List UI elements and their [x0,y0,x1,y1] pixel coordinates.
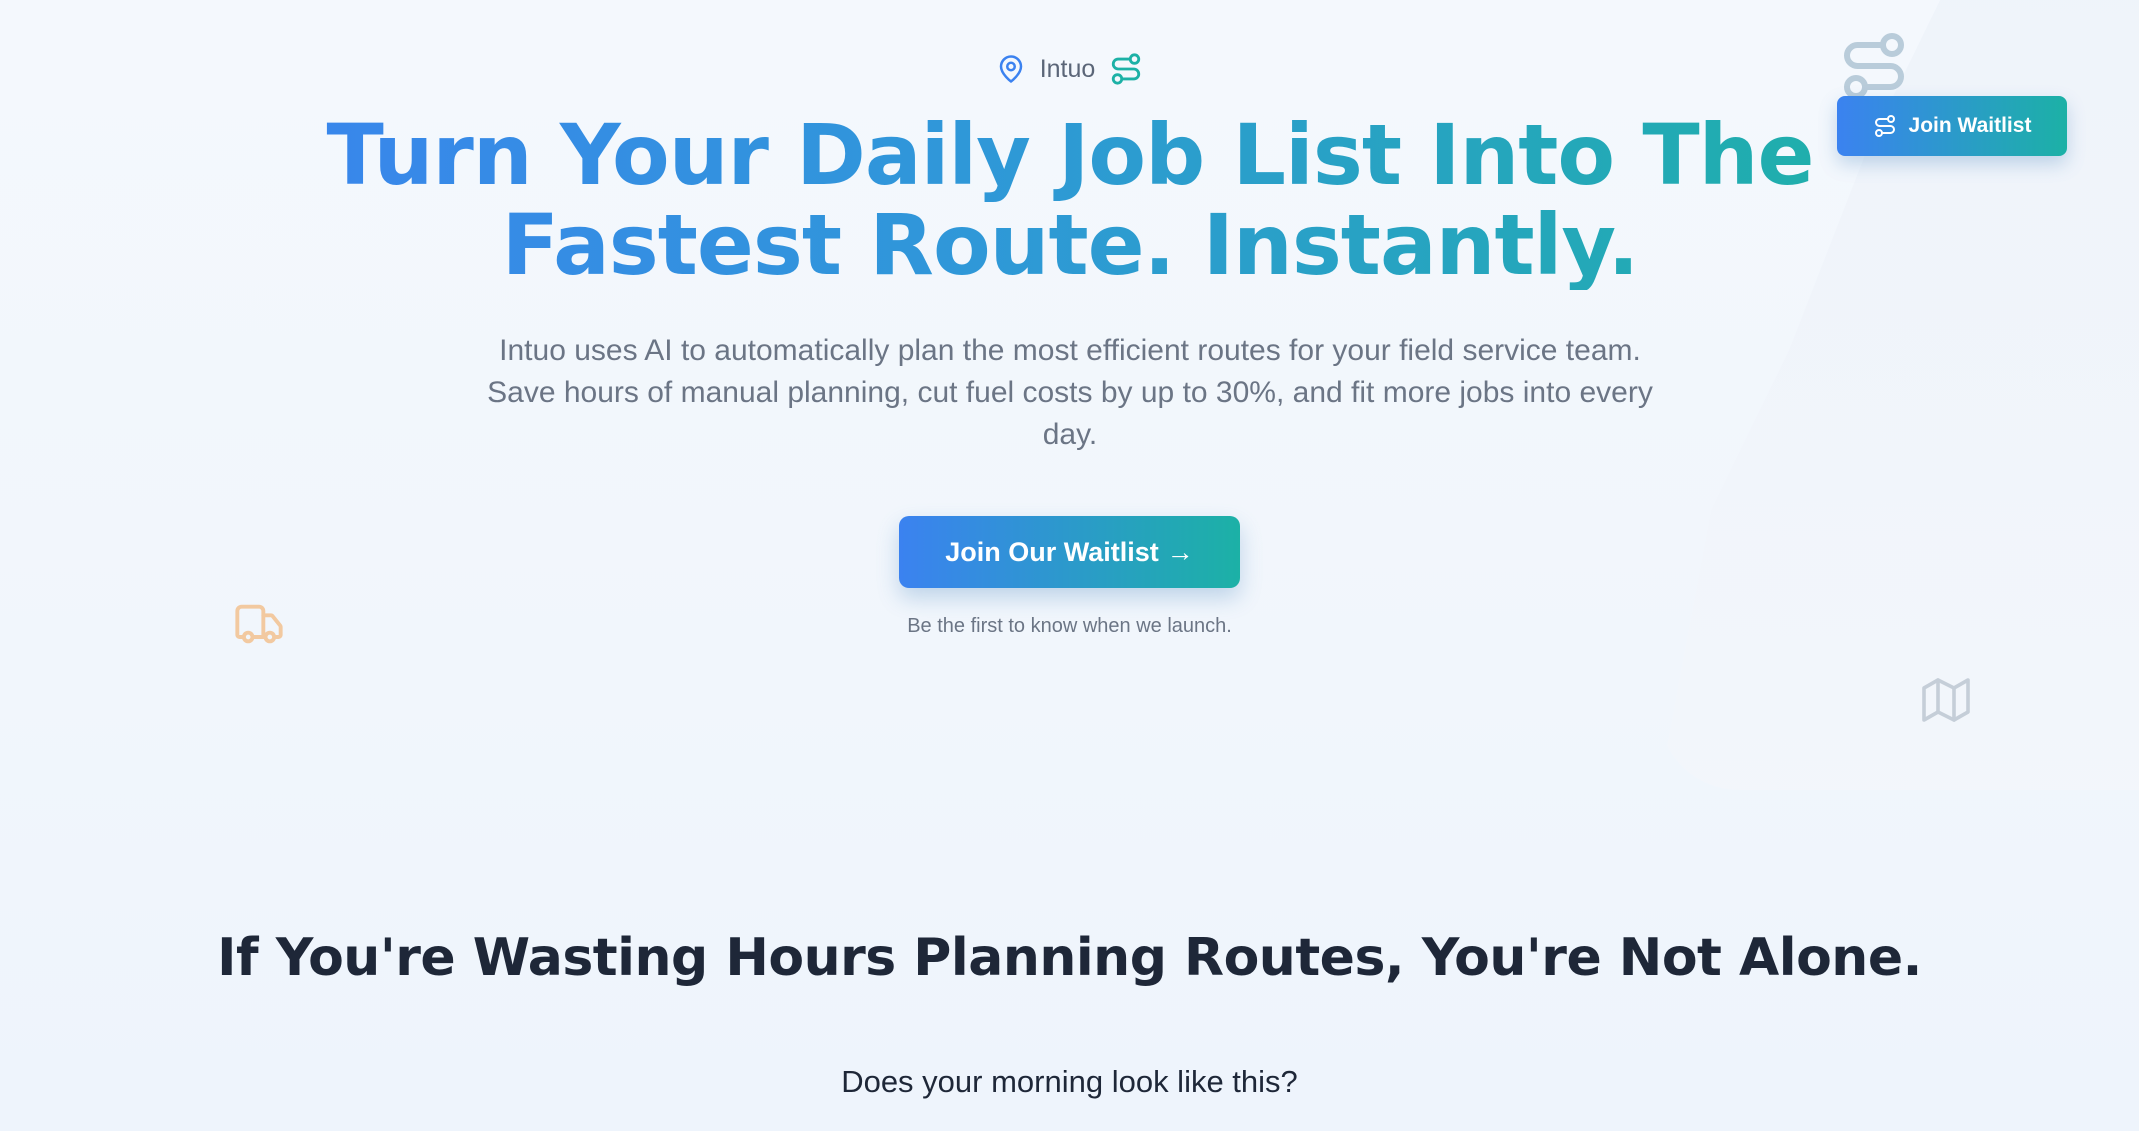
nav-join-waitlist-button[interactable]: Join Waitlist [1837,96,2067,156]
landing-page: Intuo Turn Your Daily Job List Into The … [0,0,2139,1131]
arrow-right-icon: → [1166,536,1194,567]
route-icon [1873,114,1897,138]
map-pin-icon [996,52,1026,86]
nav-join-label: Join Waitlist [1908,114,2032,137]
brand: Intuo [0,52,2139,86]
join-waitlist-button[interactable]: Join Our Waitlist → [899,516,1240,588]
problem-title: If You're Wasting Hours Planning Routes,… [217,928,1922,988]
hero-subtitle: Intuo uses AI to automatically plan the … [487,334,1653,451]
route-icon [1109,52,1143,86]
brand-name: Intuo [1039,54,1096,83]
truck-icon [230,598,288,655]
cta-note: Be the first to know when we launch. [907,615,1232,637]
hero-headline: Turn Your Daily Job List Into The Fastes… [150,110,1990,290]
map-icon [1922,676,1970,729]
problem-question: Does your morning look like this? [841,1064,1298,1099]
cta-label: Join Our Waitlist [945,536,1159,567]
